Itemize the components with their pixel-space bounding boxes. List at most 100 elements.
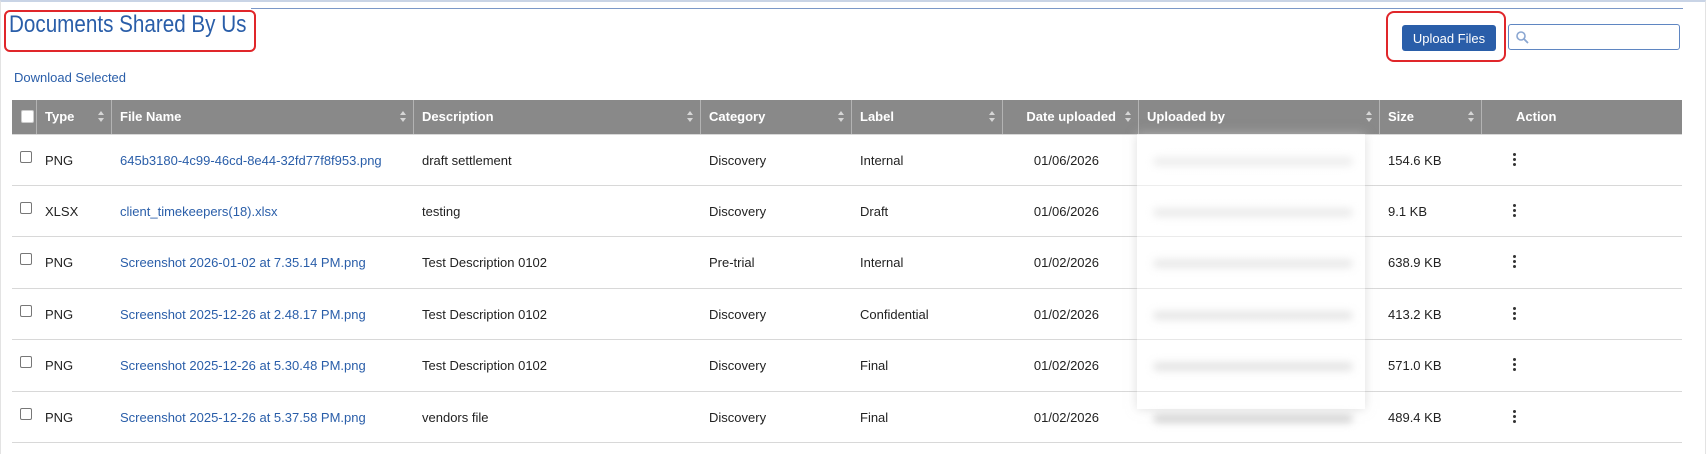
sort-arrows-icon <box>838 111 845 123</box>
table-row: PNG Screenshot 2026-01-02 at 7.35.14 PM.… <box>12 237 1682 289</box>
col-description[interactable]: Description <box>414 100 701 134</box>
file-name-link[interactable]: Screenshot 2026-01-02 at 7.35.14 PM.png <box>112 237 414 288</box>
search-input[interactable] <box>1533 27 1677 47</box>
table-row: PNG Screenshot 2025-12-26 at 2.48.17 PM.… <box>12 289 1682 340</box>
sort-arrows-icon <box>1366 111 1373 123</box>
redacted-text <box>1153 207 1353 217</box>
top-divider <box>251 8 1683 9</box>
uploaded-by-redacted <box>1139 186 1380 237</box>
file-type: PNG <box>45 255 74 270</box>
download-selected-link[interactable]: Download Selected <box>14 70 126 85</box>
page-title: Documents Shared By Us <box>9 11 247 38</box>
col-size-label: Size <box>1388 109 1415 124</box>
kebab-menu-icon[interactable] <box>1513 203 1517 218</box>
table-row: PNG 645b3180-4c99-46cd-8e44-32fd77f8f953… <box>12 134 1682 186</box>
file-category: Discovery <box>709 203 767 219</box>
file-size: 413.2 KB <box>1388 306 1442 322</box>
file-date-uploaded: 01/02/2026 <box>1033 409 1099 425</box>
table-header: Type File Name Description Category Labe… <box>12 100 1682 134</box>
file-label: Internal <box>860 153 904 168</box>
uploaded-by-redacted <box>1139 135 1380 186</box>
col-date-uploaded[interactable]: Date uploaded <box>1003 100 1139 134</box>
col-description-label: Description <box>422 109 494 124</box>
file-description: vendors file <box>422 409 489 425</box>
file-size: 571.0 KB <box>1388 358 1442 373</box>
col-action-label: Action <box>1516 109 1557 124</box>
upload-files-button[interactable]: Upload Files <box>1402 25 1496 51</box>
col-file-name-label: File Name <box>120 109 182 124</box>
col-uploaded-by-label: Uploaded by <box>1147 109 1226 124</box>
file-name-link[interactable]: Screenshot 2025-12-26 at 5.37.58 PM.png <box>112 392 414 443</box>
file-name-link[interactable]: Screenshot 2025-12-26 at 5.30.48 PM.png <box>112 340 414 391</box>
search-icon <box>1516 31 1529 44</box>
documents-panel: Documents Shared By Us Upload Files Down… <box>0 0 1706 454</box>
file-size: 489.4 KB <box>1388 409 1442 425</box>
kebab-menu-icon[interactable] <box>1513 255 1517 269</box>
uploaded-by-redacted <box>1139 237 1380 288</box>
select-all-checkbox[interactable] <box>21 110 34 123</box>
sort-arrows-icon <box>1468 111 1475 123</box>
sort-arrows-icon <box>989 111 996 123</box>
table-body: PNG 645b3180-4c99-46cd-8e44-32fd77f8f953… <box>12 134 1682 443</box>
table-row: PNG Screenshot 2025-12-26 at 5.30.48 PM.… <box>12 340 1682 392</box>
col-action: Action <box>1482 100 1682 134</box>
col-uploaded-by[interactable]: Uploaded by <box>1139 100 1380 134</box>
col-category[interactable]: Category <box>701 100 852 134</box>
file-category: Discovery <box>709 409 767 425</box>
file-type: XLSX <box>45 203 79 219</box>
uploaded-by-redacted <box>1139 289 1380 340</box>
redacted-text <box>1153 310 1353 320</box>
file-type: PNG <box>45 409 74 425</box>
col-date-uploaded-label: Date uploaded <box>1026 109 1116 124</box>
redacted-text <box>1153 362 1353 371</box>
row-checkbox[interactable] <box>20 304 32 317</box>
file-category: Discovery <box>709 153 767 168</box>
col-label[interactable]: Label <box>852 100 1003 134</box>
file-name-link[interactable]: 645b3180-4c99-46cd-8e44-32fd77f8f953.png <box>112 135 414 186</box>
sort-arrows-icon <box>1125 111 1132 123</box>
uploaded-by-redacted <box>1139 392 1380 443</box>
table-row: XLSX client_timekeepers(18).xlsx testing… <box>12 186 1682 237</box>
file-type: PNG <box>45 306 74 322</box>
col-type[interactable]: Type <box>37 100 112 134</box>
file-description: Test Description 0102 <box>422 255 548 270</box>
file-type: PNG <box>45 153 74 168</box>
redacted-text <box>1153 157 1353 166</box>
select-all-cell <box>12 100 37 134</box>
file-description: Test Description 0102 <box>422 306 548 322</box>
row-checkbox[interactable] <box>20 356 32 368</box>
row-checkbox[interactable] <box>20 151 32 163</box>
file-date-uploaded: 01/02/2026 <box>1033 255 1099 270</box>
sort-arrows-icon <box>98 111 105 123</box>
col-size[interactable]: Size <box>1380 100 1482 134</box>
file-description: draft settlement <box>422 153 512 168</box>
file-date-uploaded: 01/02/2026 <box>1033 306 1099 322</box>
col-file-name[interactable]: File Name <box>112 100 414 134</box>
sort-arrows-icon <box>400 111 407 123</box>
kebab-menu-icon[interactable] <box>1513 306 1517 321</box>
upload-highlight: Upload Files <box>1386 11 1506 62</box>
uploaded-by-redacted <box>1139 340 1380 391</box>
file-size: 638.9 KB <box>1388 255 1442 270</box>
file-name-link[interactable]: client_timekeepers(18).xlsx <box>112 186 414 237</box>
documents-table: Type File Name Description Category Labe… <box>12 100 1682 443</box>
redacted-text <box>1153 413 1353 423</box>
row-checkbox[interactable] <box>20 253 32 265</box>
file-label: Confidential <box>860 306 929 322</box>
col-category-label: Category <box>709 109 766 124</box>
table-row: PNG Screenshot 2025-12-26 at 5.37.58 PM.… <box>12 392 1682 443</box>
search-box[interactable] <box>1508 24 1680 50</box>
kebab-menu-icon[interactable] <box>1513 153 1517 167</box>
file-description: Test Description 0102 <box>422 358 548 373</box>
file-date-uploaded: 01/06/2026 <box>1033 203 1099 219</box>
file-type: PNG <box>45 358 74 373</box>
file-category: Discovery <box>709 358 767 373</box>
kebab-menu-icon[interactable] <box>1513 409 1517 424</box>
col-label-label: Label <box>860 109 894 124</box>
kebab-menu-icon[interactable] <box>1513 358 1517 372</box>
file-size: 154.6 KB <box>1388 153 1442 168</box>
file-name-link[interactable]: Screenshot 2025-12-26 at 2.48.17 PM.png <box>112 289 414 340</box>
row-checkbox[interactable] <box>20 201 32 214</box>
file-label: Internal <box>860 255 904 270</box>
row-checkbox[interactable] <box>20 407 32 420</box>
